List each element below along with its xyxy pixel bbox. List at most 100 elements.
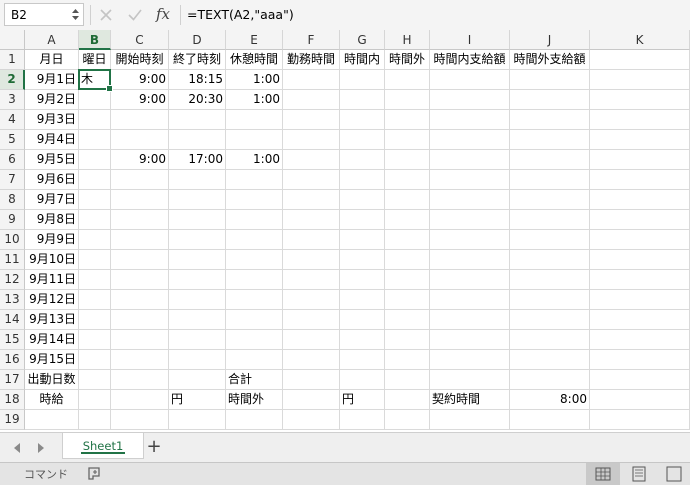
row-header-17[interactable]: 17 (0, 370, 25, 390)
cell-e14[interactable] (226, 310, 283, 330)
cell-c18[interactable] (111, 390, 169, 410)
cell-f10[interactable] (283, 230, 340, 250)
cell-e10[interactable] (226, 230, 283, 250)
cell-e18[interactable]: 時間外 (226, 390, 283, 410)
cell-d17[interactable] (169, 370, 226, 390)
cell-f11[interactable] (283, 250, 340, 270)
cell-e9[interactable] (226, 210, 283, 230)
cell-b16[interactable] (79, 350, 111, 370)
row-header-5[interactable]: 5 (0, 130, 25, 150)
cell-e12[interactable] (226, 270, 283, 290)
cell-i17[interactable] (430, 370, 510, 390)
row-header-3[interactable]: 3 (0, 90, 25, 110)
row-header-1[interactable]: 1 (0, 50, 25, 70)
cell-a4[interactable]: 9月3日 (25, 110, 79, 130)
cell-c3[interactable]: 9:00 (111, 90, 169, 110)
cell-a10[interactable]: 9月9日 (25, 230, 79, 250)
cell-g16[interactable] (340, 350, 385, 370)
cell-c4[interactable] (111, 110, 169, 130)
cell-c6[interactable]: 9:00 (111, 150, 169, 170)
cell-d1[interactable]: 終了時刻 (169, 50, 226, 70)
cell-k18[interactable] (590, 390, 690, 410)
row-header-11[interactable]: 11 (0, 250, 25, 270)
cell-d7[interactable] (169, 170, 226, 190)
enter-check-icon[interactable] (125, 5, 145, 25)
cell-g10[interactable] (340, 230, 385, 250)
cell-a5[interactable]: 9月4日 (25, 130, 79, 150)
cell-i12[interactable] (430, 270, 510, 290)
cell-i1[interactable]: 時間内支給額 (430, 50, 510, 70)
row-header-10[interactable]: 10 (0, 230, 25, 250)
cell-e7[interactable] (226, 170, 283, 190)
cell-g8[interactable] (340, 190, 385, 210)
column-header-i[interactable]: I (430, 30, 510, 50)
cell-j6[interactable] (510, 150, 590, 170)
cell-k15[interactable] (590, 330, 690, 350)
cell-g19[interactable] (340, 410, 385, 430)
cell-j14[interactable] (510, 310, 590, 330)
cell-b10[interactable] (79, 230, 111, 250)
sheet-tab-sheet1[interactable]: Sheet1 (62, 433, 144, 459)
cell-g5[interactable] (340, 130, 385, 150)
cell-a11[interactable]: 9月10日 (25, 250, 79, 270)
cell-g11[interactable] (340, 250, 385, 270)
cell-i11[interactable] (430, 250, 510, 270)
row-header-14[interactable]: 14 (0, 310, 25, 330)
cell-c19[interactable] (111, 410, 169, 430)
cell-b6[interactable] (79, 150, 111, 170)
cell-g17[interactable] (340, 370, 385, 390)
cell-a6[interactable]: 9月5日 (25, 150, 79, 170)
cell-h12[interactable] (385, 270, 430, 290)
cell-e6[interactable]: 1:00 (226, 150, 283, 170)
cell-k8[interactable] (590, 190, 690, 210)
cell-e17[interactable]: 合計 (226, 370, 283, 390)
cell-d12[interactable] (169, 270, 226, 290)
cell-j1[interactable]: 時間外支給額 (510, 50, 590, 70)
cell-e15[interactable] (226, 330, 283, 350)
cell-a12[interactable]: 9月11日 (25, 270, 79, 290)
column-header-c[interactable]: C (111, 30, 169, 50)
cell-e8[interactable] (226, 190, 283, 210)
row-header-13[interactable]: 13 (0, 290, 25, 310)
cell-a8[interactable]: 9月7日 (25, 190, 79, 210)
cell-e19[interactable] (226, 410, 283, 430)
cell-b8[interactable] (79, 190, 111, 210)
cell-k2[interactable] (590, 70, 690, 90)
cell-i13[interactable] (430, 290, 510, 310)
cell-f19[interactable] (283, 410, 340, 430)
cell-j12[interactable] (510, 270, 590, 290)
cell-g3[interactable] (340, 90, 385, 110)
cell-h3[interactable] (385, 90, 430, 110)
row-header-6[interactable]: 6 (0, 150, 25, 170)
cell-h6[interactable] (385, 150, 430, 170)
cell-j2[interactable] (510, 70, 590, 90)
cell-i9[interactable] (430, 210, 510, 230)
cell-b19[interactable] (79, 410, 111, 430)
cell-f9[interactable] (283, 210, 340, 230)
cell-b18[interactable] (79, 390, 111, 410)
cell-i10[interactable] (430, 230, 510, 250)
cell-g2[interactable] (340, 70, 385, 90)
cell-k19[interactable] (590, 410, 690, 430)
cell-j16[interactable] (510, 350, 590, 370)
column-header-f[interactable]: F (283, 30, 340, 50)
cell-d8[interactable] (169, 190, 226, 210)
cell-e5[interactable] (226, 130, 283, 150)
cell-h2[interactable] (385, 70, 430, 90)
cell-h17[interactable] (385, 370, 430, 390)
name-box-stepper-icon[interactable] (71, 7, 80, 22)
cell-f5[interactable] (283, 130, 340, 150)
cell-j18[interactable]: 8:00 (510, 390, 590, 410)
cell-k6[interactable] (590, 150, 690, 170)
cell-f16[interactable] (283, 350, 340, 370)
cell-k1[interactable] (590, 50, 690, 70)
cell-f13[interactable] (283, 290, 340, 310)
cell-a15[interactable]: 9月14日 (25, 330, 79, 350)
cell-j13[interactable] (510, 290, 590, 310)
cell-j4[interactable] (510, 110, 590, 130)
column-header-e[interactable]: E (226, 30, 283, 50)
cell-b12[interactable] (79, 270, 111, 290)
cell-g9[interactable] (340, 210, 385, 230)
cell-f8[interactable] (283, 190, 340, 210)
cell-h4[interactable] (385, 110, 430, 130)
